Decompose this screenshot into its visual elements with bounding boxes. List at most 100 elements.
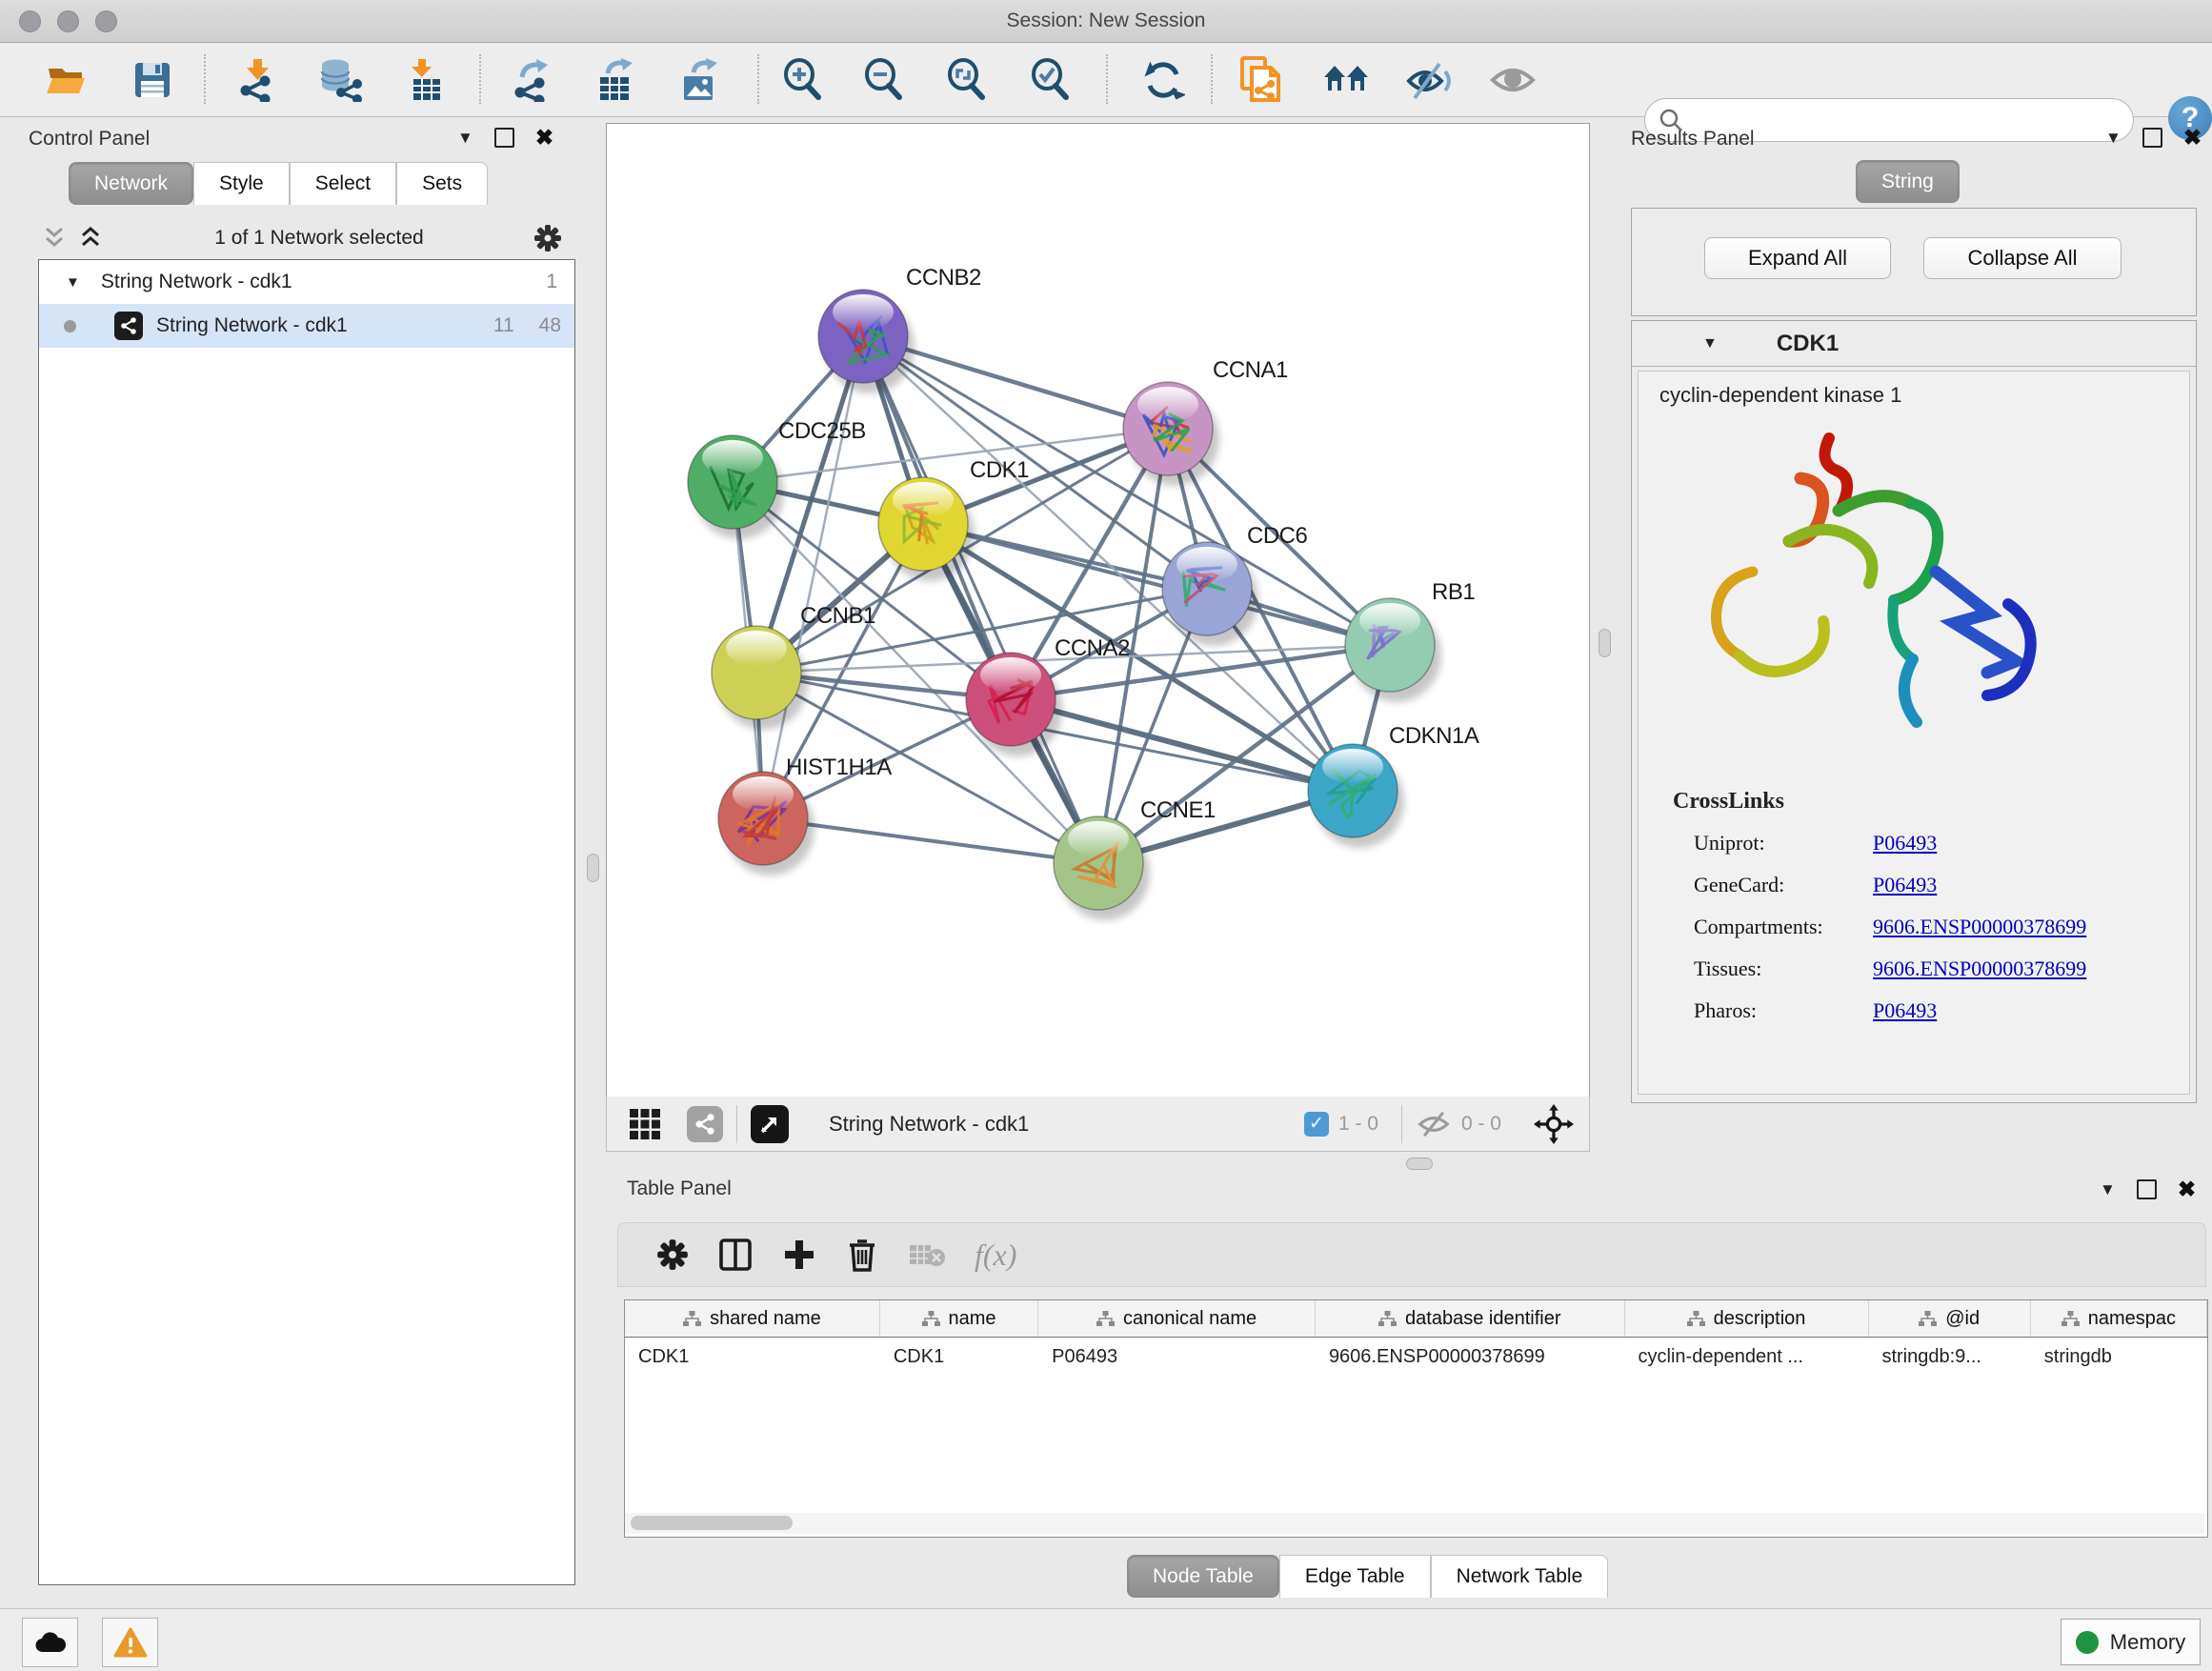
expand-all-networks-icon[interactable]: [78, 226, 105, 251]
delete-table-icon[interactable]: [908, 1240, 946, 1269]
network-canvas[interactable]: CCNB2CCNA1CDC25BCDK1CDC6RB1CCNB1CCNA2CDK…: [606, 123, 1590, 1097]
network-row-selected[interactable]: String Network - cdk1 11 48: [39, 304, 574, 348]
memory-button[interactable]: Memory: [2061, 1619, 2201, 1665]
table-panel-collapse-button[interactable]: ▼: [2100, 1180, 2116, 1199]
left-splitter-handle[interactable]: [587, 854, 599, 882]
network-share-view-icon[interactable]: [687, 1106, 723, 1142]
export-image-button[interactable]: [674, 56, 722, 104]
table-cell[interactable]: CDK1: [880, 1338, 1038, 1376]
network-edge-CCNB2-HIST1H1A[interactable]: [763, 336, 863, 818]
control-panel-collapse-button[interactable]: ▼: [457, 129, 473, 148]
show-columns-icon[interactable]: [717, 1237, 754, 1273]
export-table-button[interactable]: [591, 56, 638, 104]
expand-all-button[interactable]: Expand All: [1704, 237, 1891, 279]
show-all-networks-button[interactable]: [1322, 56, 1370, 104]
results-buttons-box: Expand All Collapse All: [1631, 208, 2197, 316]
tab-network-table[interactable]: Network Table: [1431, 1555, 1609, 1598]
protein-header-row[interactable]: ▼ CDK1: [1632, 321, 2196, 367]
refresh-view-button[interactable]: [1139, 56, 1187, 104]
crosslink-row: Compartments:9606.ENSP00000378699: [1694, 915, 2086, 939]
network-options-gear-icon[interactable]: [533, 224, 562, 252]
column-header-description[interactable]: description: [1625, 1300, 1869, 1337]
zoom-selected-button[interactable]: [1027, 56, 1075, 104]
import-network-from-database-button[interactable]: [316, 56, 364, 104]
zoom-in-button[interactable]: [779, 56, 827, 104]
results-panel-close-button[interactable]: ✖: [2183, 130, 2202, 146]
column-header-@id[interactable]: @id: [1869, 1300, 2031, 1337]
crosslink-link[interactable]: P06493: [1873, 831, 1937, 856]
control-panel-close-button[interactable]: ✖: [535, 130, 553, 146]
column-header-name[interactable]: name: [880, 1300, 1038, 1337]
fit-selected-crosshair-icon[interactable]: [1534, 1104, 1574, 1144]
table-panel-close-button[interactable]: ✖: [2178, 1181, 2196, 1198]
table-cell[interactable]: stringdb:9...: [1868, 1338, 2030, 1376]
table-cell[interactable]: 9606.ENSP00000378699: [1316, 1338, 1625, 1376]
export-network-button[interactable]: [509, 56, 556, 104]
import-table-from-file-button[interactable]: [398, 56, 446, 104]
save-session-button[interactable]: [129, 56, 176, 104]
grid-view-icon[interactable]: [628, 1107, 662, 1141]
network-edge-CCNB2-CCNE1[interactable]: [863, 336, 1098, 863]
table-cell[interactable]: cyclin-dependent ...: [1625, 1338, 1869, 1376]
network-node-CDK1[interactable]: CDK1: [878, 457, 1029, 571]
table-cell[interactable]: CDK1: [625, 1338, 880, 1376]
crosslink-link[interactable]: 9606.ENSP00000378699: [1873, 956, 2086, 981]
zoom-out-icon: [862, 58, 906, 102]
function-builder-fx-icon[interactable]: f(x): [975, 1238, 1016, 1273]
zoom-out-button[interactable]: [860, 56, 908, 104]
table-row[interactable]: CDK1CDK1P064939606.ENSP00000378699cyclin…: [625, 1338, 2207, 1376]
cloud-status-button[interactable]: [22, 1618, 78, 1667]
warning-status-button[interactable]: [102, 1618, 158, 1667]
collection-expand-triangle-icon[interactable]: ▼: [66, 274, 80, 291]
hide-selected-button[interactable]: [1405, 56, 1453, 104]
network-collection-row[interactable]: ▼ String Network - cdk1 1: [39, 260, 574, 304]
tab-network[interactable]: Network: [69, 162, 193, 205]
birds-eye-view-icon[interactable]: [751, 1105, 789, 1143]
network-graph[interactable]: CCNB2CCNA1CDC25BCDK1CDC6RB1CCNB1CCNA2CDK…: [607, 124, 1589, 1097]
show-hidden-button[interactable]: [1489, 56, 1537, 104]
column-header-canonical-name[interactable]: canonical name: [1038, 1300, 1316, 1337]
hidden-eye-slash-icon[interactable]: [1416, 1109, 1452, 1139]
delete-column-trash-icon[interactable]: [845, 1237, 879, 1273]
crosslink-label: Tissues:: [1694, 956, 1873, 981]
network-node-RB1[interactable]: RB1: [1345, 579, 1475, 692]
tab-node-table[interactable]: Node Table: [1127, 1555, 1279, 1598]
import-network-from-file-button[interactable]: [232, 56, 280, 104]
collection-label: String Network - cdk1: [101, 271, 292, 293]
results-panel-float-button[interactable]: [2142, 128, 2162, 148]
selected-node-edge-counts: 1 - 0: [1338, 1113, 1378, 1136]
column-header-shared-name[interactable]: shared name: [625, 1300, 880, 1337]
table-options-gear-icon[interactable]: [656, 1238, 689, 1271]
table-cell[interactable]: stringdb: [2031, 1338, 2207, 1376]
protein-result-box: ▼ CDK1 cyclin-dependent kinase 1: [1631, 320, 2197, 1103]
crosslink-link[interactable]: P06493: [1873, 998, 1937, 1023]
open-session-button[interactable]: [43, 56, 90, 104]
tab-select[interactable]: Select: [290, 162, 396, 205]
collapse-all-button[interactable]: Collapse All: [1923, 237, 2122, 279]
tab-sets[interactable]: Sets: [396, 162, 488, 205]
column-tree-icon: [683, 1311, 701, 1327]
column-header-namespac[interactable]: namespac: [2031, 1300, 2207, 1337]
selected-checkbox-icon[interactable]: ✓: [1304, 1112, 1329, 1137]
tab-style[interactable]: Style: [193, 162, 290, 205]
table-cell[interactable]: P06493: [1038, 1338, 1316, 1376]
network-selection-status: 1 of 1 Network selected: [105, 227, 533, 250]
control-panel-float-button[interactable]: [494, 128, 514, 148]
scrollbar-thumb[interactable]: [631, 1516, 793, 1530]
network-node-count: 11: [493, 314, 514, 337]
zoom-fit-button[interactable]: [943, 56, 991, 104]
tab-string[interactable]: String: [1856, 160, 1960, 203]
table-panel-float-button[interactable]: [2137, 1179, 2157, 1199]
tab-edge-table[interactable]: Edge Table: [1279, 1555, 1431, 1598]
column-header-database-identifier[interactable]: database identifier: [1316, 1300, 1625, 1337]
protein-collapse-triangle-icon[interactable]: ▼: [1702, 335, 1718, 352]
collapse-all-networks-icon[interactable]: [42, 226, 69, 251]
create-column-plus-icon[interactable]: [782, 1238, 816, 1272]
results-panel-collapse-button[interactable]: ▼: [2105, 129, 2122, 148]
right-splitter-handle[interactable]: [1599, 629, 1611, 657]
bottom-splitter-handle[interactable]: [1406, 1158, 1433, 1170]
crosslink-link[interactable]: P06493: [1873, 873, 1937, 897]
table-horizontal-scrollbar[interactable]: [625, 1513, 2204, 1534]
clone-network-button[interactable]: [1238, 56, 1286, 104]
crosslink-link[interactable]: 9606.ENSP00000378699: [1873, 915, 2086, 939]
